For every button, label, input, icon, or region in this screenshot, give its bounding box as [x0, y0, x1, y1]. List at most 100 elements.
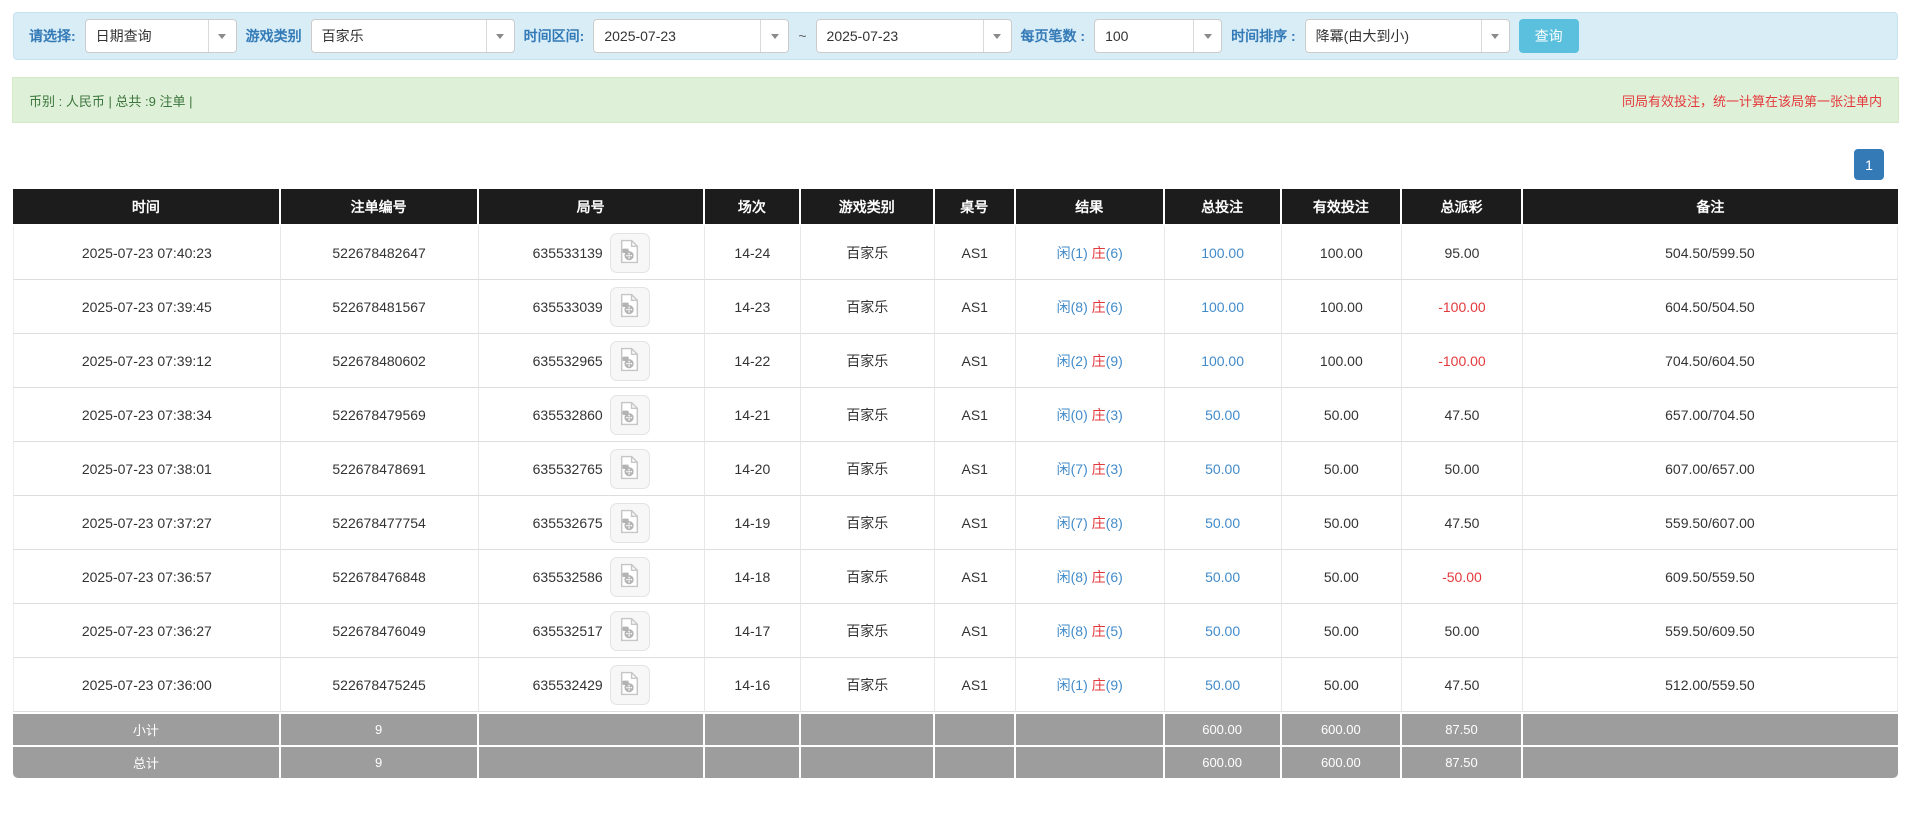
result-cell: 闲(1) 庄(9) [1015, 658, 1165, 712]
subtotal-valid-bet: 600.00 [1281, 712, 1403, 745]
video-replay-button[interactable] [609, 502, 650, 543]
round-cell: 635533039 [478, 280, 705, 334]
video-replay-button[interactable] [609, 610, 650, 651]
bet-id-cell: 522678475245 [280, 658, 479, 712]
subtotal-empty-session [704, 712, 801, 745]
session-cell: 14-22 [704, 334, 801, 388]
bet-id-cell: 522678480602 [280, 334, 479, 388]
bet-time-cell: 2025-07-23 07:39:12 [13, 334, 281, 388]
round-cell: 635532586 [478, 550, 705, 604]
payout-cell: -100.00 [1402, 280, 1523, 334]
result-banker: 庄 [1091, 244, 1106, 261]
video-file-icon [619, 293, 640, 321]
video-replay-button[interactable] [609, 286, 650, 327]
chevron-down-icon [207, 20, 236, 52]
col-header-table-no: 桌号 [934, 189, 1016, 226]
total-bet-cell: 100.00 [1164, 334, 1282, 388]
table-row: 2025-07-23 07:36:57 522678476848 635532586… [13, 550, 1898, 604]
total-bet-link[interactable]: 50.00 [1205, 623, 1240, 639]
video-replay-button[interactable] [609, 232, 650, 273]
search-button[interactable]: 查询 [1518, 19, 1579, 53]
date-from-select[interactable]: 2025-07-23 [593, 19, 790, 53]
chevron-down-icon [982, 20, 1011, 52]
bet-time-cell: 2025-07-23 07:40:23 [13, 226, 281, 280]
video-replay-button[interactable] [609, 448, 650, 489]
table-row: 2025-07-23 07:39:45 522678481567 635533039… [13, 280, 1898, 334]
bet-time-cell: 2025-07-23 07:39:45 [13, 280, 281, 334]
time-sort-value: 降冪(由大到小) [1315, 28, 1409, 44]
total-bet-cell: 100.00 [1164, 226, 1282, 280]
game-category-cell: 百家乐 [800, 388, 935, 442]
table-row: 2025-07-23 07:37:27 522678477754 635532675… [13, 496, 1898, 550]
col-header-time: 时间 [13, 189, 281, 226]
col-header-result: 结果 [1015, 189, 1165, 226]
table-number-cell: AS1 [934, 658, 1016, 712]
game-category-cell: 百家乐 [800, 604, 935, 658]
result-cell: 闲(0) 庄(3) [1015, 388, 1165, 442]
round-cell: 635532517 [478, 604, 705, 658]
valid-bet-notice-text: 同局有效投注，统一计算在该局第一张注单内 [1621, 93, 1882, 109]
table-row: 2025-07-23 07:38:01 522678478691 635532765… [13, 442, 1898, 496]
query-type-select[interactable]: 日期查询 [84, 19, 237, 53]
subtotal-empty-game [800, 712, 935, 745]
total-bet-link[interactable]: 50.00 [1205, 461, 1240, 477]
total-bet-link[interactable]: 100.00 [1201, 245, 1244, 261]
table-number-cell: AS1 [934, 442, 1016, 496]
result-player: 闲(0) [1056, 406, 1088, 423]
valid-bet-cell: 50.00 [1281, 604, 1403, 658]
filter-bar: 请选择: 日期查询 游戏类别 百家乐 时间区间: 2025-07-23 ~ 20… [13, 12, 1898, 60]
video-replay-button[interactable] [609, 394, 650, 435]
table-number-cell: AS1 [934, 550, 1016, 604]
remark-cell: 657.00/704.50 [1522, 388, 1898, 442]
round-cell: 635532965 [478, 334, 705, 388]
result-banker-points: (5) [1105, 622, 1123, 639]
subtotal-empty-table [934, 712, 1016, 745]
game-category-select[interactable]: 百家乐 [310, 19, 515, 53]
grand-total-payout: 87.50 [1402, 745, 1523, 778]
video-file-icon [619, 347, 640, 375]
time-sort-select[interactable]: 降冪(由大到小) [1304, 19, 1510, 53]
result-player: 闲(7) [1056, 460, 1088, 477]
date-to-select[interactable]: 2025-07-23 [815, 19, 1012, 53]
video-replay-button[interactable] [609, 664, 650, 705]
pagination: 1 [27, 149, 1884, 180]
page-size-select[interactable]: 100 [1094, 19, 1223, 53]
session-cell: 14-16 [704, 658, 801, 712]
round-cell: 635533139 [478, 226, 705, 280]
video-replay-button[interactable] [609, 340, 650, 381]
table-number-cell: AS1 [934, 604, 1016, 658]
round-cell: 635532860 [478, 388, 705, 442]
result-banker-points: (9) [1105, 676, 1123, 693]
total-bet-link[interactable]: 50.00 [1205, 515, 1240, 531]
col-header-remark: 备注 [1522, 189, 1898, 226]
total-bet-cell: 50.00 [1164, 388, 1282, 442]
total-bet-link[interactable]: 100.00 [1201, 299, 1244, 315]
payout-cell: 50.00 [1402, 604, 1523, 658]
col-header-valid-bet: 有效投注 [1281, 189, 1403, 226]
result-banker: 庄 [1091, 622, 1106, 639]
video-replay-button[interactable] [609, 556, 650, 597]
result-player: 闲(1) [1056, 244, 1088, 261]
total-bet-link[interactable]: 50.00 [1205, 677, 1240, 693]
total-bet-link[interactable]: 100.00 [1201, 353, 1244, 369]
date-from-value: 2025-07-23 [604, 28, 676, 44]
session-cell: 14-23 [704, 280, 801, 334]
round-number: 635532586 [532, 568, 603, 585]
total-bet-link[interactable]: 50.00 [1205, 569, 1240, 585]
round-cell: 635532675 [478, 496, 705, 550]
video-file-icon [619, 617, 640, 645]
col-header-payout: 总派彩 [1402, 189, 1523, 226]
total-bet-link[interactable]: 50.00 [1205, 407, 1240, 423]
game-category-cell: 百家乐 [800, 442, 935, 496]
result-cell: 闲(7) 庄(3) [1015, 442, 1165, 496]
table-row: 2025-07-23 07:36:27 522678476049 635532517… [13, 604, 1898, 658]
game-category-cell: 百家乐 [800, 280, 935, 334]
grand-total-count: 9 [280, 745, 479, 778]
remark-cell: 607.00/657.00 [1522, 442, 1898, 496]
bet-time-cell: 2025-07-23 07:38:01 [13, 442, 281, 496]
page-1-button[interactable]: 1 [1854, 149, 1884, 180]
round-number: 635532860 [532, 406, 603, 423]
query-type-value: 日期查询 [95, 28, 152, 44]
payout-cell: 95.00 [1402, 226, 1523, 280]
subtotal-count: 9 [280, 712, 479, 745]
